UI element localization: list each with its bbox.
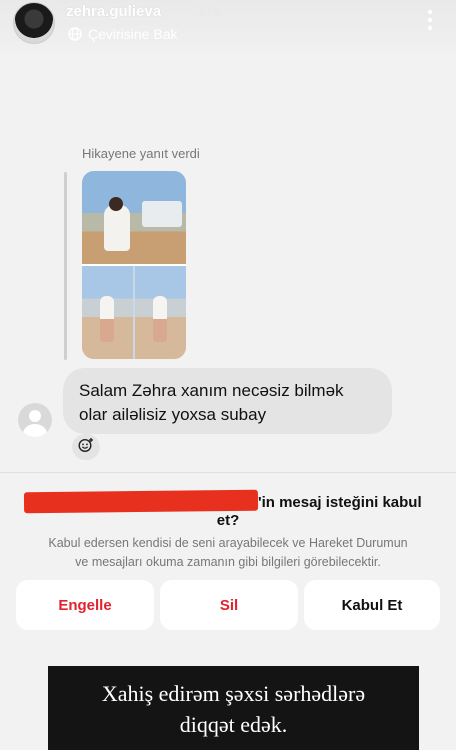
story-header: zehra.gulieva 17s Çevirisine Bak	[0, 0, 456, 52]
emoji-add-icon	[78, 437, 94, 458]
person-shape	[153, 296, 167, 342]
translate-button[interactable]: Çevirisine Bak	[68, 26, 177, 42]
caption-line: Xahiş edirəm şəxsi sərhədlərə	[101, 681, 366, 706]
add-reaction-button[interactable]	[72, 434, 100, 460]
description-line: ve mesajları okuma zamanın gibi bilgiler…	[75, 555, 381, 569]
translate-label: Çevirisine Bak	[88, 26, 178, 42]
story-caption: Xahiş edirəm şəxsi sərhədlərə diqqət edə…	[48, 666, 419, 750]
story-avatar[interactable]	[13, 2, 55, 44]
photo-bottom-right	[135, 266, 186, 359]
block-button[interactable]: Engelle	[16, 580, 154, 630]
request-title-continuation: et?	[216, 512, 240, 529]
description-line: Kabul edersen kendisi de seni arayabilec…	[48, 536, 408, 550]
more-options-icon[interactable]	[420, 8, 440, 32]
story-reply-label: Hikayene yanıt verdi	[82, 146, 200, 161]
reply-indicator-bar	[64, 172, 67, 360]
globe-icon	[68, 27, 82, 41]
request-description: Kabul edersen kendisi de seni arayabilec…	[12, 534, 444, 572]
story-time: 17s	[197, 3, 222, 20]
person-shape	[104, 205, 130, 251]
story-username[interactable]: zehra.gulieva	[66, 3, 161, 20]
person-shape	[100, 296, 114, 342]
hair-shape	[109, 197, 123, 211]
message-line: olar ailəlisiz yoxsa subay	[79, 405, 267, 424]
message-bubble[interactable]: Salam Zəhra xanım necəsiz bilmək olar ai…	[63, 368, 392, 434]
message-line: Salam Zəhra xanım necəsiz bilmək	[79, 381, 344, 400]
boats-shape	[142, 201, 182, 227]
request-title: 'in mesaj isteğini kabul	[258, 494, 422, 511]
photo-top	[82, 171, 186, 264]
delete-button[interactable]: Sil	[160, 580, 298, 630]
accept-button[interactable]: Kabul Et	[304, 580, 440, 630]
story-thumbnail[interactable]	[82, 171, 186, 359]
caption-line: diqqət edək.	[179, 712, 288, 737]
sender-avatar[interactable]	[18, 403, 52, 437]
redacted-username	[23, 489, 259, 514]
photo-bottom-left	[82, 266, 133, 359]
